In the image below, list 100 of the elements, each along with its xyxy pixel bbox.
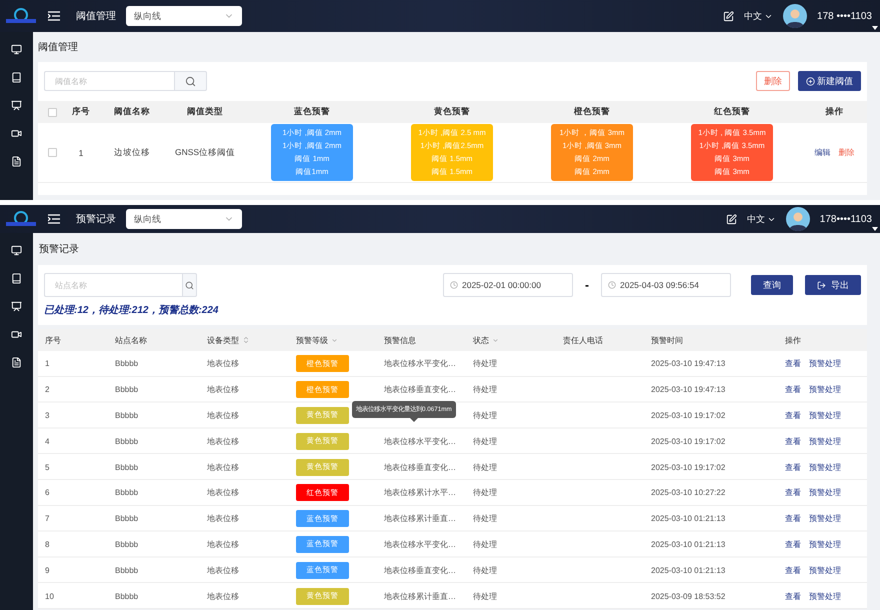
presentation-icon[interactable] <box>11 100 22 111</box>
handle-link[interactable]: 预警处理 <box>809 513 841 524</box>
logo-icon <box>4 210 38 228</box>
document-icon[interactable] <box>11 156 22 167</box>
handle-link[interactable]: 预警处理 <box>809 462 841 473</box>
avatar-icon[interactable] <box>786 207 810 231</box>
menu-icon[interactable] <box>48 214 60 224</box>
menu-icon[interactable] <box>48 11 60 21</box>
column-header: 阈值类型 <box>168 101 242 123</box>
view-link[interactable]: 查看 <box>785 436 801 447</box>
table-cell: 2 <box>45 385 50 394</box>
handle-link[interactable]: 预警处理 <box>809 538 841 550</box>
video-icon[interactable] <box>11 329 22 340</box>
clock-icon <box>450 281 458 289</box>
table-cell: Bbbbb <box>115 462 138 472</box>
table-cell: Bbbbb <box>115 410 138 420</box>
table-cell: 边坡位移 <box>114 146 150 158</box>
view-link[interactable]: 查看 <box>785 590 801 602</box>
column-header: 橙色预警 <box>522 101 662 123</box>
search-field[interactable]: 阈值名称 <box>44 71 174 91</box>
view-link[interactable]: 查看 <box>785 462 801 473</box>
table-cell: 9 <box>45 566 50 575</box>
table-cell: 地表位移 <box>207 410 239 421</box>
table-cell: 地表位移 <box>207 358 239 370</box>
table-cell: 2025-03-10 01:21:13 <box>651 514 726 524</box>
page-name: 阈值管理 <box>76 10 116 23</box>
export-button[interactable]: 导出 <box>805 275 861 295</box>
summary-text: 已处理:12，待处理:212，预警总数:224 <box>44 304 220 317</box>
line-select[interactable]: 纵向线 <box>126 209 242 229</box>
language-select[interactable]: 中文 <box>744 10 762 22</box>
column-header: 操作 <box>785 334 801 346</box>
table-cell: 地表位移累计垂直… <box>384 513 456 524</box>
table-cell: GNSS位移阈值 <box>174 146 236 158</box>
table-cell: Bbbbb <box>115 436 138 446</box>
table-cell: 地表位移水平变化… <box>384 436 456 447</box>
column-header: 序号 <box>45 334 61 346</box>
page-title: 阈值管理 <box>38 41 79 55</box>
search-icon[interactable] <box>182 273 197 297</box>
table-cell: Bbbbb <box>115 514 138 524</box>
table-cell: 2025-03-10 10:27:22 <box>651 488 726 498</box>
handle-link[interactable]: 预警处理 <box>809 590 841 602</box>
table-cell: 待处理 <box>473 590 497 602</box>
query-button[interactable]: 查询 <box>751 275 793 295</box>
edit-icon[interactable] <box>726 214 737 224</box>
table-cell: 地表位移 <box>207 513 239 524</box>
view-link[interactable]: 查看 <box>785 487 801 498</box>
video-icon[interactable] <box>11 128 22 139</box>
avatar-icon[interactable] <box>783 4 808 28</box>
range-separator: - <box>584 278 590 292</box>
select-all-checkbox[interactable] <box>48 108 56 116</box>
monitor-icon[interactable] <box>11 245 22 256</box>
table-cell: 待处理 <box>473 436 497 447</box>
edit-icon[interactable] <box>723 10 734 22</box>
search-icon[interactable] <box>174 71 207 91</box>
table-cell: Bbbbb <box>115 359 138 368</box>
line-select[interactable]: 纵向线 <box>126 6 242 26</box>
table-cell: 待处理 <box>473 538 497 550</box>
book-icon[interactable] <box>11 273 22 284</box>
table-cell: 待处理 <box>473 410 497 421</box>
view-link[interactable]: 查看 <box>785 564 801 576</box>
row-checkbox[interactable] <box>48 148 56 157</box>
monitor-icon[interactable] <box>11 44 22 55</box>
table-cell: 地表位移累计垂直… <box>384 590 456 602</box>
caret-icon[interactable] <box>872 227 878 231</box>
table-cell: 2025-03-09 18:53:52 <box>651 592 726 601</box>
handle-link[interactable]: 预警处理 <box>809 487 841 498</box>
column-header: 责任人电话 <box>563 334 603 346</box>
table-cell: 待处理 <box>473 384 497 396</box>
table-cell: Bbbbb <box>115 488 138 498</box>
table-cell: 5 <box>45 462 50 472</box>
handle-link[interactable]: 预警处理 <box>809 358 841 370</box>
table-cell: 2025-03-10 19:17:02 <box>651 436 726 446</box>
handle-link[interactable]: 预警处理 <box>809 384 841 396</box>
presentation-icon[interactable] <box>11 301 22 312</box>
language-select[interactable]: 中文 <box>746 212 765 226</box>
view-link[interactable]: 查看 <box>785 358 801 370</box>
new-button[interactable]: 新建阈值 <box>798 71 861 91</box>
view-link[interactable]: 查看 <box>785 410 801 421</box>
edit-link[interactable]: 编辑 <box>814 147 830 158</box>
column-header: 阈值名称 <box>96 101 168 123</box>
handle-link[interactable]: 预警处理 <box>809 436 841 447</box>
caret-icon[interactable] <box>872 26 878 30</box>
book-icon[interactable] <box>11 72 22 83</box>
table-cell: 地表位移 <box>207 590 239 602</box>
table-cell: 6 <box>45 488 50 498</box>
handle-link[interactable]: 预警处理 <box>809 564 841 576</box>
end-date-field[interactable]: 2025-04-03 09:56:54 <box>601 273 731 297</box>
view-link[interactable]: 查看 <box>785 538 801 550</box>
document-icon[interactable] <box>11 357 22 368</box>
view-link[interactable]: 查看 <box>785 513 801 524</box>
start-date-field[interactable]: 2025-02-01 00:00:00 <box>443 273 573 297</box>
logo-icon <box>4 7 38 25</box>
table-cell: 1 <box>78 148 84 158</box>
plus-icon <box>806 76 815 86</box>
view-link[interactable]: 查看 <box>785 384 801 396</box>
table-cell: 2025-03-10 01:21:13 <box>651 566 726 575</box>
table-cell: 2025-03-10 19:17:02 <box>651 410 726 420</box>
search-field[interactable]: 站点名称 <box>44 273 182 297</box>
handle-link[interactable]: 预警处理 <box>809 410 841 421</box>
table-cell: 1 <box>45 359 50 368</box>
